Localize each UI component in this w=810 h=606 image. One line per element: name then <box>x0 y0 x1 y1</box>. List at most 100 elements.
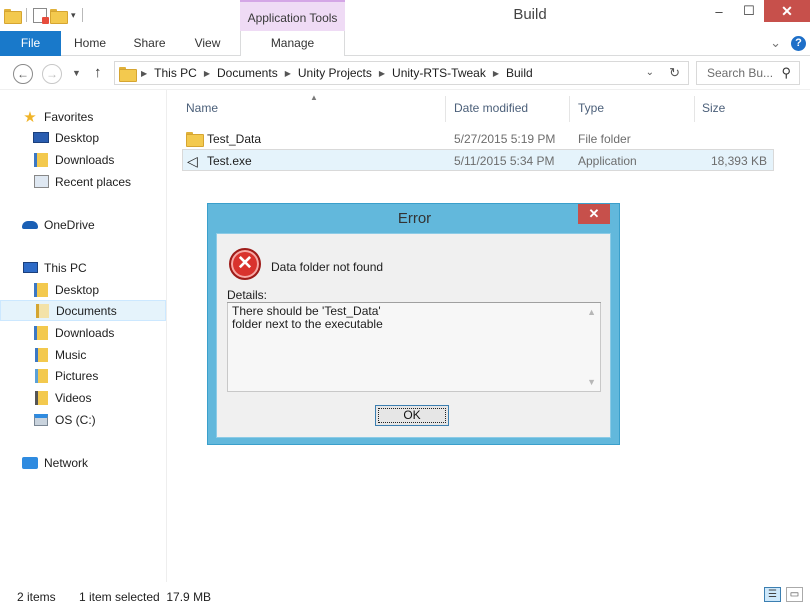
sidebar-item-label: Favorites <box>44 109 94 124</box>
error-dialog: Error ✕ ✕ Data folder not found Details:… <box>207 203 620 445</box>
file-type: Application <box>578 154 637 168</box>
sidebar-item-label: Downloads <box>55 325 115 340</box>
scroll-down-icon[interactable]: ▼ <box>587 377 596 387</box>
sidebar-item-recent-places[interactable]: Recent places <box>0 171 166 192</box>
file-date: 5/11/2015 5:34 PM <box>454 154 555 168</box>
refresh-icon[interactable]: ↻ <box>669 65 680 81</box>
breadcrumb-separator-icon[interactable]: ▶ <box>493 69 499 78</box>
file-type: File folder <box>578 132 631 146</box>
properties-icon[interactable] <box>33 7 49 24</box>
ok-button[interactable]: OK <box>375 405 449 426</box>
sidebar-item-pictures[interactable]: Pictures <box>0 365 166 386</box>
documents-icon <box>35 303 49 318</box>
breadcrumb-build[interactable]: Build <box>506 66 533 80</box>
recent-locations-dropdown-icon[interactable]: ▼ <box>72 68 81 78</box>
error-message: Data folder not found <box>271 260 384 274</box>
sidebar-item-downloads[interactable]: Downloads <box>0 149 166 170</box>
sidebar-item-videos[interactable]: Videos <box>0 387 166 408</box>
new-folder-icon[interactable] <box>50 8 68 24</box>
close-button[interactable]: ✕ <box>764 0 810 22</box>
file-row-test-exe[interactable]: ◁ Test.exe 5/11/2015 5:34 PM Application… <box>182 149 774 171</box>
up-button[interactable]: ↑ <box>94 64 102 81</box>
breadcrumb-documents[interactable]: Documents <box>217 66 278 80</box>
recent-places-icon <box>33 175 49 188</box>
desktop-folder-icon <box>34 282 48 297</box>
address-bar[interactable]: ▶ This PC ▶ Documents ▶ Unity Projects ▶… <box>114 61 689 85</box>
help-icon[interactable]: ? <box>791 35 806 51</box>
unity-application-icon: ◁ <box>187 153 198 169</box>
tab-manage[interactable]: Manage <box>240 31 345 56</box>
search-placeholder: Search Bu... <box>707 66 774 80</box>
breadcrumb-this-pc[interactable]: This PC <box>154 66 197 80</box>
column-header-date[interactable]: Date modified <box>454 101 528 115</box>
dialog-title: Error <box>397 210 432 227</box>
details-textbox[interactable]: There should be 'Test_Data' folder next … <box>227 303 601 392</box>
sidebar-item-pc-downloads[interactable]: Downloads <box>0 322 166 343</box>
breadcrumb-unity-projects[interactable]: Unity Projects <box>298 66 372 80</box>
sidebar-item-network[interactable]: Network <box>0 452 166 473</box>
dialog-close-button[interactable]: ✕ <box>578 204 610 224</box>
sidebar-item-desktop[interactable]: Desktop <box>0 127 166 148</box>
folder-icon <box>119 66 137 82</box>
scroll-up-icon[interactable]: ▲ <box>587 307 596 317</box>
window-title: Build <box>513 6 547 23</box>
column-header-type[interactable]: Type <box>578 101 604 115</box>
breadcrumb-separator-icon[interactable]: ▶ <box>285 69 291 78</box>
sidebar-item-label: Pictures <box>55 368 99 383</box>
sidebar-item-label: Documents <box>56 303 117 318</box>
sidebar-item-os-c[interactable]: OS (C:) <box>0 409 166 430</box>
maximize-button[interactable]: ☐ <box>734 0 764 22</box>
sidebar-item-music[interactable]: Music <box>0 344 166 365</box>
forward-button[interactable]: → <box>42 64 62 84</box>
tab-share[interactable]: Share <box>119 31 180 56</box>
downloads-icon <box>34 152 48 167</box>
tab-home[interactable]: Home <box>61 31 119 56</box>
breadcrumb-separator-icon[interactable]: ▶ <box>379 69 385 78</box>
address-dropdown-icon[interactable]: ⌄ <box>646 67 654 78</box>
breadcrumb-separator-icon[interactable]: ▶ <box>141 69 147 78</box>
sidebar-item-pc-desktop[interactable]: Desktop <box>0 279 166 300</box>
file-date: 5/27/2015 5:19 PM <box>454 132 556 146</box>
tab-file[interactable]: File <box>0 31 61 56</box>
sidebar-item-label: OneDrive <box>44 217 95 232</box>
drive-icon <box>34 413 48 426</box>
search-input[interactable]: Search Bu... ⚲ <box>696 61 800 85</box>
file-size: 18,393 KB <box>710 154 767 168</box>
customize-toolbar-dropdown-icon[interactable]: ▾ <box>71 10 76 21</box>
cloud-icon <box>22 220 38 229</box>
column-divider[interactable] <box>569 96 570 122</box>
column-header-size[interactable]: Size <box>702 101 725 115</box>
details-view-icon[interactable]: ☰ <box>764 587 781 602</box>
column-divider[interactable] <box>694 96 695 122</box>
item-count: 2 items <box>17 590 56 604</box>
sidebar-item-onedrive[interactable]: OneDrive <box>0 214 166 235</box>
ribbon-tabs: File Home Share View Manage ⌄ ? <box>0 31 810 56</box>
sidebar-item-label: Desktop <box>55 130 100 145</box>
sidebar-item-documents[interactable]: Documents <box>0 300 166 321</box>
tab-view[interactable]: View <box>180 31 235 56</box>
details-label: Details: <box>227 288 268 302</box>
sidebar-item-label: Network <box>44 455 89 470</box>
details-text: There should be 'Test_Data' folder next … <box>232 304 383 331</box>
breadcrumb: ▶ This PC ▶ Documents ▶ Unity Projects ▶… <box>141 66 533 80</box>
column-header-name[interactable]: Name <box>186 101 218 115</box>
error-icon: ✕ <box>229 248 261 280</box>
breadcrumb-unity-rts-tweak[interactable]: Unity-RTS-Tweak <box>392 66 486 80</box>
star-icon: ★ <box>23 108 37 126</box>
toolbar-divider <box>26 8 27 22</box>
folder-icon <box>186 132 204 147</box>
sidebar-item-label: OS (C:) <box>55 412 96 427</box>
minimize-button[interactable]: – <box>704 0 734 22</box>
back-button[interactable]: ← <box>13 64 33 84</box>
sidebar-item-this-pc[interactable]: This PC <box>0 257 166 278</box>
large-icons-view-icon[interactable]: ▭ <box>786 587 803 602</box>
context-tab-application-tools: Application Tools <box>240 0 345 31</box>
expand-ribbon-icon[interactable]: ⌄ <box>770 35 781 51</box>
breadcrumb-separator-icon[interactable]: ▶ <box>204 69 210 78</box>
column-headers: ▲ Name Date modified Type Size <box>167 90 810 122</box>
column-divider[interactable] <box>445 96 446 122</box>
file-row-test-data[interactable]: Test_Data 5/27/2015 5:19 PM File folder <box>182 128 774 150</box>
search-icon[interactable]: ⚲ <box>781 65 791 81</box>
toolbar-divider <box>81 8 83 22</box>
sidebar-item-favorites[interactable]: ★ Favorites <box>0 106 166 127</box>
